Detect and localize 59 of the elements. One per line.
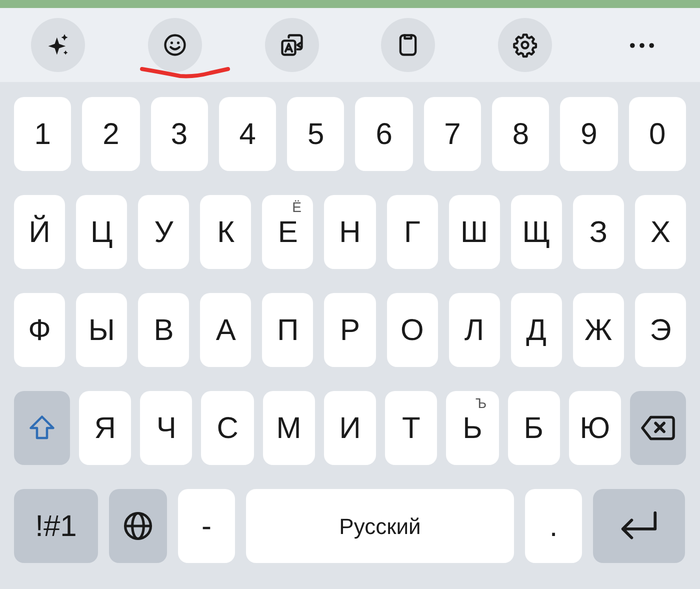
key-label: Ь	[462, 410, 482, 446]
letter-key[interactable]: 4	[218, 97, 276, 171]
letter-key[interactable]: Н	[324, 195, 376, 269]
backspace-key[interactable]	[630, 391, 686, 465]
translate-icon	[278, 32, 305, 58]
letter-key[interactable]: Р	[324, 293, 376, 367]
letter-key[interactable]: Ц	[76, 195, 128, 269]
letter-key[interactable]: Ш	[448, 195, 500, 269]
letter-key[interactable]: В	[138, 293, 190, 367]
letter-key[interactable]: П	[262, 293, 314, 367]
enter-key[interactable]	[593, 489, 685, 563]
letter-key[interactable]: Ю	[568, 391, 621, 465]
letter-key[interactable]: 2	[82, 97, 140, 171]
language-key[interactable]	[109, 489, 167, 563]
symbols-key[interactable]: !#1	[14, 489, 98, 563]
letter-key[interactable]: Л	[448, 293, 500, 367]
letter-key[interactable]: Э	[634, 293, 686, 367]
letter-key[interactable]: 6	[355, 97, 413, 171]
letter-key[interactable]: 7	[424, 97, 482, 171]
letter-key[interactable]: Я	[79, 391, 132, 465]
globe-icon	[121, 509, 155, 543]
letter-key[interactable]: У	[138, 195, 190, 269]
letter-key[interactable]: А	[200, 293, 252, 367]
letter-key[interactable]: Щ	[510, 195, 562, 269]
letter-key[interactable]: З	[572, 195, 624, 269]
letter-key[interactable]: О	[386, 293, 438, 367]
letter-key[interactable]: Ё Е	[262, 195, 314, 269]
letter-key[interactable]: 0	[628, 97, 686, 171]
letter-key[interactable]: М	[262, 391, 315, 465]
letter-key[interactable]: -	[178, 489, 235, 563]
letter-key[interactable]: Ф	[14, 293, 66, 367]
letter-key[interactable]: К	[200, 195, 252, 269]
letter-key[interactable]: Ъ Ь	[446, 391, 499, 465]
letter-key[interactable]: Ч	[140, 391, 192, 465]
letter-key[interactable]: 3	[150, 97, 208, 171]
letter-key[interactable]: Й	[14, 195, 66, 269]
letter-key[interactable]: 5	[287, 97, 344, 171]
more-icon	[630, 42, 654, 48]
letter-key[interactable]: Ж	[572, 293, 624, 367]
letter-key[interactable]: Г	[386, 195, 438, 269]
letter-key[interactable]: Д	[510, 293, 562, 367]
space-key[interactable]: Русский	[246, 489, 514, 563]
shift-key[interactable]	[14, 391, 70, 465]
settings-icon	[512, 32, 538, 58]
letter-key[interactable]: Ы	[76, 293, 128, 367]
key-label: Е	[278, 214, 298, 250]
backspace-icon	[640, 414, 676, 442]
letter-key[interactable]: 9	[560, 97, 618, 171]
alternate-char: Ё	[292, 198, 302, 217]
letter-key[interactable]: И	[324, 391, 376, 465]
letter-key[interactable]: 1	[14, 97, 72, 171]
letter-key[interactable]: Б	[508, 391, 560, 465]
letter-key[interactable]: Х	[634, 195, 686, 269]
letter-key[interactable]: 8	[492, 97, 550, 171]
letter-key[interactable]: Т	[385, 391, 438, 465]
alternate-char: Ъ	[475, 394, 487, 413]
smiley-icon	[162, 32, 188, 58]
letter-key[interactable]: С	[201, 391, 254, 465]
letter-key[interactable]: .	[525, 489, 582, 563]
